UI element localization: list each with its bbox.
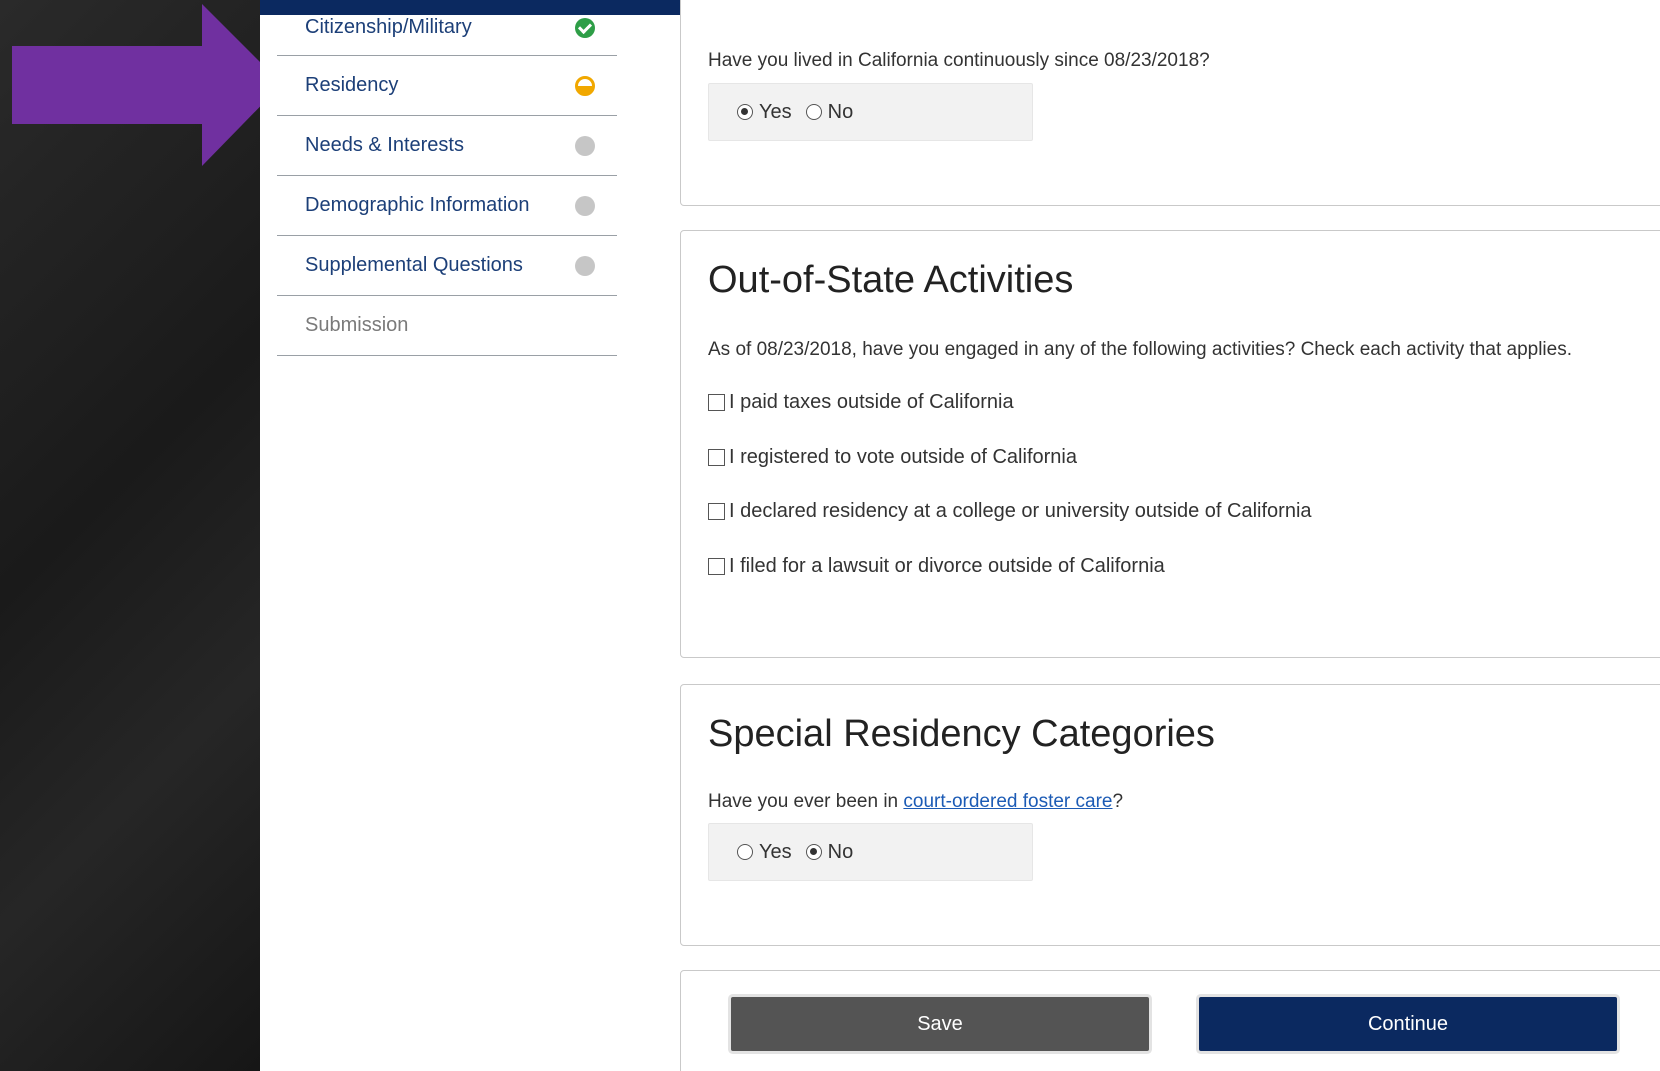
purple-arrow-icon (12, 4, 282, 166)
sidebar-item-supplemental-questions[interactable]: Supplemental Questions (277, 236, 617, 296)
checkbox[interactable] (708, 394, 725, 411)
actions-card: Save Continue (680, 970, 1660, 1071)
activity-checkbox-row[interactable]: I filed for a lawsuit or divorce outside… (708, 555, 1165, 578)
activity-label: I registered to vote outside of Californ… (729, 446, 1077, 468)
section-title: Special Residency Categories (708, 713, 1215, 755)
gray-dot-icon (575, 135, 595, 156)
radio-option-yes[interactable]: Yes (737, 841, 792, 864)
gray-dot-icon (575, 255, 595, 276)
checkbox[interactable] (708, 503, 725, 520)
continue-button[interactable]: Continue (1199, 997, 1617, 1051)
checkbox[interactable] (708, 449, 725, 466)
radio-option-no[interactable]: No (805, 100, 854, 124)
out-of-state-question: As of 08/23/2018, have you engaged in an… (708, 339, 1572, 360)
sidebar-item-submission: Submission (277, 296, 617, 356)
question-suffix: ? (1112, 791, 1124, 812)
radio-option-yes[interactable]: Yes (737, 101, 792, 124)
radio-no[interactable] (805, 104, 822, 120)
sidebar-item-demographic-information[interactable]: Demographic Information (277, 176, 617, 236)
check-circle-icon (575, 17, 595, 38)
half-circle-icon (575, 75, 595, 96)
radio-label-yes: Yes (759, 100, 792, 123)
foster-care-radio-group: Yes No (708, 823, 1033, 881)
foster-care-link[interactable]: court-ordered foster care (903, 791, 1112, 812)
special-residency-card: Special Residency Categories Have you ev… (680, 684, 1660, 946)
checkbox[interactable] (708, 558, 725, 575)
continuous-residence-card: Have you lived in California continuousl… (680, 0, 1660, 206)
radio-label-no: No (827, 840, 854, 863)
foster-care-question: Have you ever been in court-ordered fost… (708, 791, 1123, 813)
sidebar-item-label: Submission (305, 314, 409, 336)
sidebar-item-label: Supplemental Questions (305, 254, 523, 276)
sidebar-item-label: Residency (305, 74, 399, 96)
radio-yes[interactable] (737, 104, 753, 120)
activity-checkbox-row[interactable]: I registered to vote outside of Californ… (708, 446, 1077, 469)
radio-option-no[interactable]: No (805, 840, 854, 864)
radio-label-no: No (827, 100, 854, 123)
activity-label: I paid taxes outside of California (729, 391, 1014, 413)
save-button[interactable]: Save (731, 997, 1149, 1051)
activity-label: I filed for a lawsuit or divorce outside… (729, 555, 1165, 577)
sidebar-nav: Citizenship/Military Residency Needs & I… (277, 0, 617, 356)
sidebar-item-label: Needs & Interests (305, 134, 464, 156)
sidebar-item-residency[interactable]: Residency (277, 56, 617, 116)
radio-no[interactable] (805, 844, 822, 860)
continuous-residence-question: Have you lived in California continuousl… (708, 50, 1210, 71)
activity-checkbox-row[interactable]: I paid taxes outside of California (708, 391, 1014, 414)
continuous-residence-radio-group: Yes No (708, 83, 1033, 141)
question-prefix: Have you ever been in (708, 791, 904, 812)
gray-dot-icon (575, 195, 595, 216)
sidebar-item-label: Citizenship/Military (305, 16, 472, 38)
activity-checkbox-row[interactable]: I declared residency at a college or uni… (708, 500, 1312, 523)
sidebar-item-citizenship-military[interactable]: Citizenship/Military (277, 0, 617, 56)
activity-label: I declared residency at a college or uni… (729, 500, 1312, 522)
out-of-state-activities-card: Out-of-State Activities As of 08/23/2018… (680, 230, 1660, 658)
sidebar-item-label: Demographic Information (305, 194, 530, 216)
section-title: Out-of-State Activities (708, 259, 1074, 301)
radio-yes[interactable] (737, 844, 753, 860)
radio-label-yes: Yes (759, 840, 792, 863)
application-window: Citizenship/Military Residency Needs & I… (260, 0, 1660, 1071)
sidebar-item-needs-interests[interactable]: Needs & Interests (277, 116, 617, 176)
